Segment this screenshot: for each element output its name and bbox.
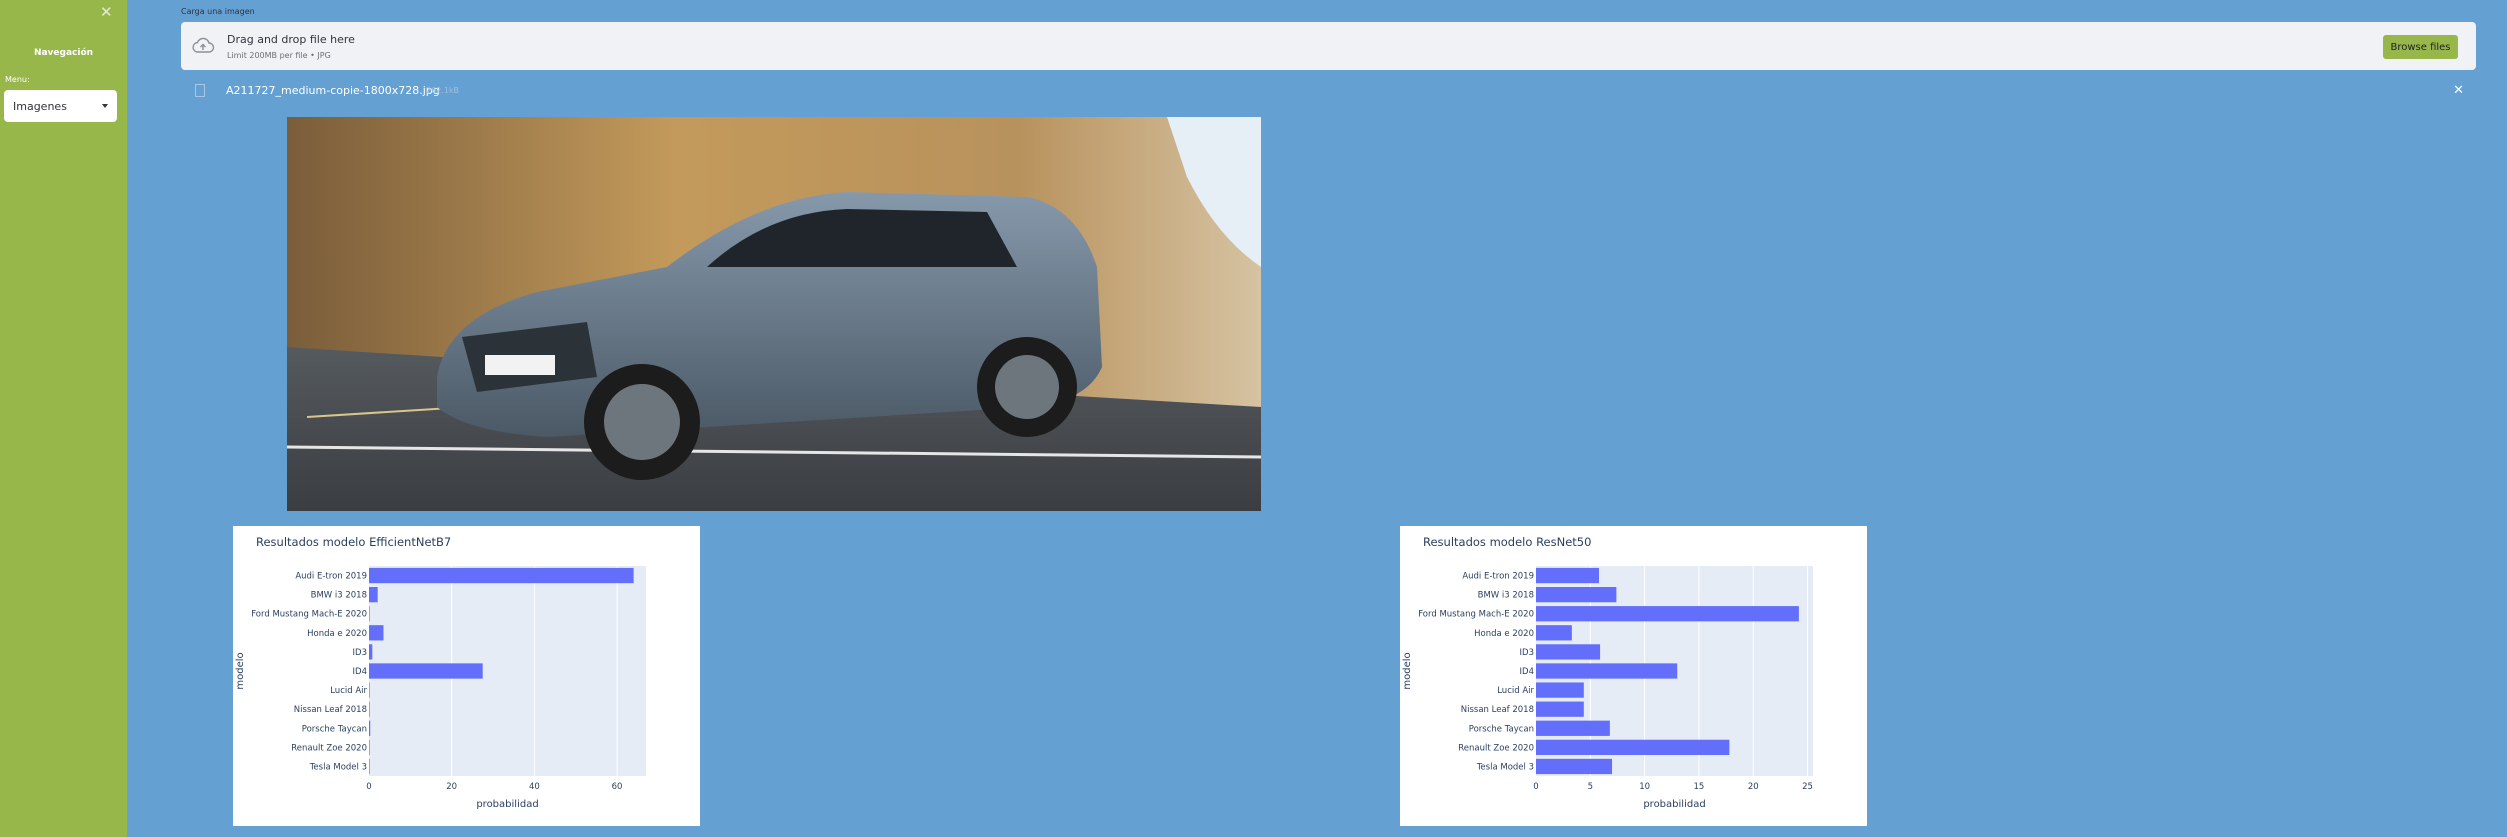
efficientnet-chart-panel: Resultados modelo EfficientNetB7 0 20 40 60… [233, 526, 700, 826]
bar [369, 606, 370, 622]
y-tick-label: Audi E-tron 2019 [295, 572, 367, 582]
bar [1536, 587, 1617, 603]
x-axis-label: probabilidad [476, 799, 538, 810]
y-tick-label: Lucid Air [1497, 686, 1534, 696]
remove-file-icon[interactable]: ✕ [2453, 83, 2464, 98]
bar [1536, 701, 1584, 717]
resnet-chart-panel: Resultados modelo ResNet50 0 5 10 15 20 25 Tes… [1400, 526, 1867, 826]
y-tick-label: BMW i3 2018 [311, 591, 367, 601]
file-icon [195, 84, 205, 97]
browse-files-button[interactable]: Browse files [2383, 35, 2458, 59]
y-tick-label: ID3 [1520, 648, 1534, 658]
y-tick-label: BMW i3 2018 [1478, 591, 1534, 601]
bar [1536, 720, 1610, 736]
y-tick-label: ID4 [1520, 667, 1534, 677]
menu-select[interactable]: Imagenes [4, 90, 117, 122]
x-tick-label: 15 [1694, 782, 1705, 792]
bar [369, 663, 483, 679]
menu-selected-value: Imagenes [13, 99, 67, 113]
resnet-chart: 0 5 10 15 20 25 Tesla Model 3 Renault Zoe 2020 P… [1402, 566, 1813, 810]
file-dropzone[interactable]: Drag and drop file here Limit 200MB per … [181, 22, 2476, 70]
bar [1536, 606, 1799, 622]
bar [1536, 625, 1572, 641]
bar [1536, 663, 1678, 679]
y-tick-label: Porsche Taycan [1469, 724, 1534, 734]
y-tick-label: ID3 [353, 648, 367, 658]
file-size: 262.1kB [426, 86, 460, 95]
uploaded-file-row: A211727_medium-copie-1800x728.jpg 262.1k… [181, 80, 2476, 102]
y-tick-label: Ford Mustang Mach-E 2020 [1418, 610, 1534, 620]
bar [369, 644, 373, 660]
y-tick-label: Porsche Taycan [302, 724, 367, 734]
y-tick-label: Ford Mustang Mach-E 2020 [251, 610, 367, 620]
bar [369, 701, 370, 717]
menu-label: Menu: [5, 75, 30, 84]
x-tick-label: 40 [529, 782, 540, 792]
bar [1536, 739, 1730, 755]
bar [369, 567, 634, 584]
bar [369, 587, 378, 603]
bar [369, 758, 370, 775]
file-name: A211727_medium-copie-1800x728.jpg [226, 84, 440, 97]
x-tick-label: 0 [1533, 782, 1538, 792]
y-tick-label: Honda e 2020 [307, 629, 367, 639]
bar [1536, 567, 1600, 584]
y-tick-label: Lucid Air [330, 686, 367, 696]
x-tick-label: 0 [366, 782, 371, 792]
y-tick-label: ID4 [353, 667, 367, 677]
x-tick-label: 10 [1639, 782, 1650, 792]
bar [369, 720, 371, 736]
y-axis-label: modelo [235, 652, 246, 689]
bar [369, 682, 370, 698]
y-tick-label: Tesla Model 3 [1476, 762, 1534, 772]
y-tick-label: Nissan Leaf 2018 [294, 705, 367, 715]
bar [1536, 682, 1584, 698]
y-tick-label: Nissan Leaf 2018 [1461, 705, 1534, 715]
y-tick-label: Audi E-tron 2019 [1462, 572, 1534, 582]
bar [369, 739, 370, 755]
bar [369, 625, 384, 641]
x-tick-label: 20 [1748, 782, 1759, 792]
x-tick-label: 20 [446, 782, 457, 792]
bar [1536, 644, 1601, 660]
x-tick-label: 5 [1588, 782, 1593, 792]
dropzone-title: Drag and drop file here [227, 33, 355, 46]
y-tick-label: Renault Zoe 2020 [1458, 743, 1534, 753]
x-tick-label: 60 [612, 782, 623, 792]
dropzone-subtitle: Limit 200MB per file • JPG [227, 51, 331, 60]
bar [1536, 758, 1613, 775]
efficientnet-chart: 0 20 40 60 Tesla Model 3 Renault Zoe 2020 Pors… [235, 566, 646, 810]
uploader-label: Carga una imagen [181, 7, 255, 16]
cloud-upload-icon [192, 37, 215, 53]
x-tick-label: 25 [1802, 782, 1813, 792]
uploaded-car-image [287, 117, 1261, 511]
y-tick-label: Tesla Model 3 [309, 762, 367, 772]
close-sidebar-icon[interactable]: ✕ [100, 5, 113, 20]
chevron-down-icon [102, 104, 108, 108]
y-tick-label: Honda e 2020 [1474, 629, 1534, 639]
sidebar-title: Navegación [33, 48, 94, 58]
y-axis-label: modelo [1402, 652, 1413, 689]
x-axis-label: probabilidad [1643, 799, 1705, 810]
y-tick-label: Renault Zoe 2020 [291, 743, 367, 753]
sidebar: ✕ Navegación Menu: Imagenes [0, 0, 127, 837]
